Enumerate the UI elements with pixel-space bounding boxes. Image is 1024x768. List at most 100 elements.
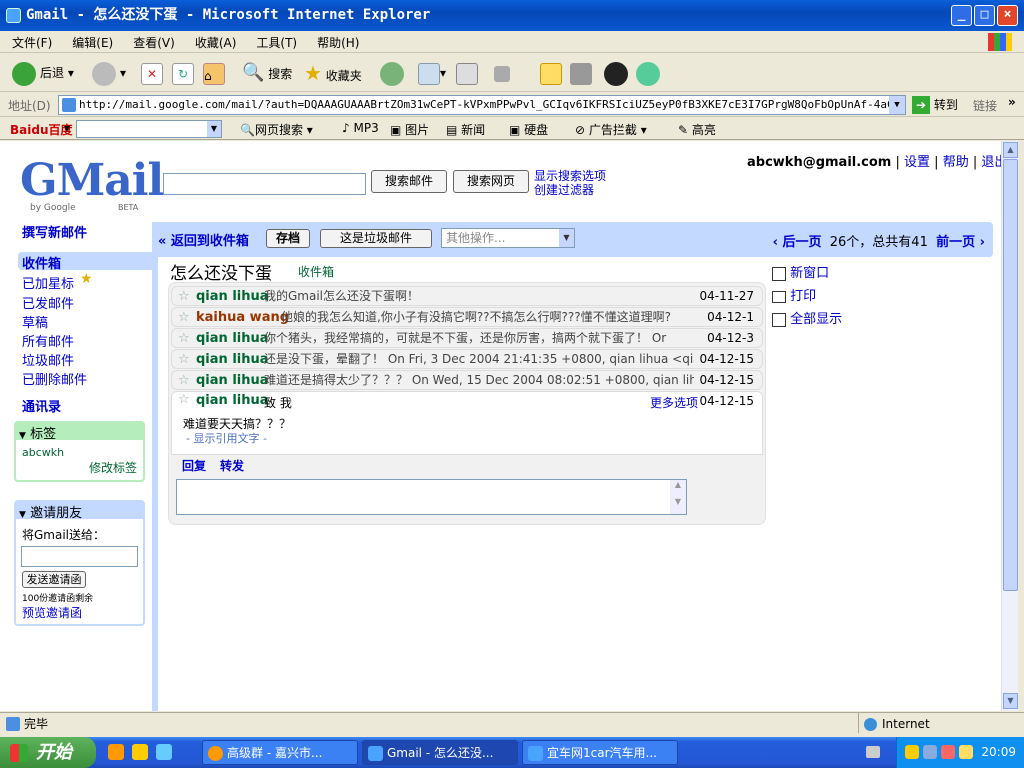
archive-button[interactable]: 存档 xyxy=(266,229,310,248)
menu-tools[interactable]: 工具(T) xyxy=(244,31,305,51)
reply-link[interactable]: 回复 xyxy=(182,457,206,474)
edit-button[interactable] xyxy=(494,61,510,85)
discuss-button[interactable] xyxy=(540,61,562,85)
quicklaunch-icon[interactable] xyxy=(108,744,124,760)
menu-file[interactable]: 文件(F) xyxy=(0,31,60,51)
tray-icon[interactable] xyxy=(941,745,955,759)
home-button[interactable]: ⌂ xyxy=(203,61,225,85)
back-to-inbox-link[interactable]: « 返回到收件箱 xyxy=(158,230,249,249)
baidu-news[interactable]: ▤ 新闻 xyxy=(446,121,485,138)
page-scrollbar[interactable]: ▲ ▼ xyxy=(1001,141,1018,711)
qq-icon[interactable] xyxy=(604,61,632,86)
message-row[interactable]: ☆ qian lihua 难道还是搞得太少了？？？ On Wed, 15 Dec… xyxy=(171,370,763,390)
favorites-button[interactable]: ★ 收藏夹 xyxy=(304,61,362,85)
star-outline-icon[interactable]: ☆ xyxy=(178,287,190,305)
report-spam-button[interactable]: 这是垃圾邮件 xyxy=(320,229,432,248)
chevron-down-icon[interactable]: ▼ xyxy=(889,96,905,114)
back-button[interactable]: 后退 ▾ xyxy=(12,61,74,86)
compose-link[interactable]: 撰写新邮件 xyxy=(22,222,87,241)
scroll-down-icon[interactable]: ▼ xyxy=(1003,693,1018,709)
inbox-label-tag[interactable]: 收件箱 xyxy=(298,263,334,280)
labels-header[interactable]: ▼ 标签 xyxy=(16,423,143,442)
print-button[interactable] xyxy=(456,61,478,85)
star-outline-icon[interactable]: ☆ xyxy=(178,350,190,368)
baidu-mp3[interactable]: ♪ MP3 xyxy=(342,121,379,135)
baidu-images[interactable]: ▣ 图片 xyxy=(390,121,429,138)
newer-link[interactable]: ‹ 后一页 xyxy=(773,235,822,250)
search-input[interactable] xyxy=(163,173,366,195)
tray-icon[interactable] xyxy=(923,745,937,759)
menu-edit[interactable]: 编辑(E) xyxy=(60,31,121,51)
label-item[interactable]: abcwkh xyxy=(22,446,64,459)
star-outline-icon[interactable]: ☆ xyxy=(178,392,190,407)
contacts-link[interactable]: 通讯录 xyxy=(22,396,61,415)
expand-all-action[interactable]: 全部显示 xyxy=(772,308,842,327)
older-link[interactable]: 前一页 › xyxy=(936,235,985,250)
nav-sent[interactable]: 已发邮件 xyxy=(22,293,74,312)
tray-icon[interactable] xyxy=(905,745,919,759)
search-button[interactable]: 🔍 搜索 xyxy=(242,61,292,85)
research-button[interactable] xyxy=(570,61,592,85)
nav-trash[interactable]: 已删除邮件 xyxy=(22,369,87,388)
message-row[interactable]: ☆ kaihua wang 他娘的我怎么知道,你小子有没搞它啊??不搞怎么行啊?… xyxy=(171,307,763,327)
create-filter-link[interactable]: 创建过滤器 xyxy=(534,181,594,198)
nav-spam[interactable]: 垃圾邮件 xyxy=(22,350,74,369)
message-row[interactable]: ☆ qian lihua 你个猪头，我经常搞的，可就是不下蛋，还是你厉害，搞两个… xyxy=(171,328,763,348)
help-link[interactable]: 帮助 xyxy=(943,155,969,170)
invite-header[interactable]: ▼ 邀请朋友 xyxy=(16,502,143,521)
more-options-link[interactable]: 更多选项 xyxy=(650,394,698,411)
scroll-up-icon[interactable]: ▲ xyxy=(1003,142,1018,158)
more-chevron-icon[interactable]: » xyxy=(1008,95,1016,109)
reply-textarea[interactable]: ▲ ▼ xyxy=(176,479,687,515)
baidu-adblock[interactable]: ⊘ 广告拦截 ▾ xyxy=(575,121,647,138)
print-action[interactable]: 打印 xyxy=(772,285,816,304)
message-row[interactable]: ☆ qian lihua 我的Gmail怎么还没下蛋啊！ 04-11-27 xyxy=(171,286,763,306)
quicklaunch-icon[interactable] xyxy=(156,744,172,760)
new-window-action[interactable]: 新窗口 xyxy=(772,262,829,281)
invite-email-input[interactable] xyxy=(21,546,138,567)
settings-link[interactable]: 设置 xyxy=(904,155,930,170)
baidu-search-input[interactable]: ▼ xyxy=(76,120,222,138)
nav-drafts[interactable]: 草稿 xyxy=(22,312,48,331)
forward-button[interactable]: ▾ xyxy=(92,61,126,86)
more-actions-select[interactable]: 其他操作... ▼ xyxy=(441,228,575,248)
minimize-button[interactable]: _ xyxy=(951,5,972,26)
signout-link[interactable]: 退出 xyxy=(981,155,1001,170)
search-mail-button[interactable]: 搜索邮件 xyxy=(371,170,447,193)
baidu-web-search[interactable]: 🔍网页搜索 ▾ xyxy=(240,121,313,138)
menu-favorites[interactable]: 收藏(A) xyxy=(183,31,245,51)
start-button[interactable]: 开始 xyxy=(0,737,96,768)
links-label[interactable]: 链接 xyxy=(973,97,997,114)
mail-button[interactable]: ▾ xyxy=(418,61,446,85)
task-1car[interactable]: 宜车网1car汽车用... xyxy=(522,740,678,765)
keyboard-icon[interactable] xyxy=(866,746,880,758)
send-invite-button[interactable]: 发送邀请函 xyxy=(22,571,86,588)
baidu-highlight[interactable]: ✎ 高亮 xyxy=(678,121,716,138)
preview-invite-link[interactable]: 预览邀请函 xyxy=(22,604,82,621)
task-gmail[interactable]: Gmail - 怎么还没... xyxy=(362,740,518,765)
star-outline-icon[interactable]: ☆ xyxy=(178,329,190,347)
scroll-thumb[interactable] xyxy=(1003,159,1018,591)
gmail-logo[interactable]: GMail xyxy=(20,155,164,206)
maximize-button[interactable]: □ xyxy=(974,5,995,26)
star-outline-icon[interactable]: ☆ xyxy=(178,308,190,326)
forward-link[interactable]: 转发 xyxy=(220,457,244,474)
window-title-bar[interactable]: Gmail - 怎么还没下蛋 - Microsoft Internet Expl… xyxy=(0,0,1024,31)
task-qq-group[interactable]: 高级群 - 嘉兴市... xyxy=(202,740,358,765)
address-input[interactable]: http://mail.google.com/mail/?auth=DQAAAG… xyxy=(58,95,906,115)
star-outline-icon[interactable]: ☆ xyxy=(178,371,190,389)
close-button[interactable]: × xyxy=(997,5,1018,26)
go-button[interactable]: ➔ 转到 xyxy=(912,95,958,115)
search-web-button[interactable]: 搜索网页 xyxy=(453,170,529,193)
quicklaunch-icon[interactable] xyxy=(132,744,148,760)
menu-view[interactable]: 查看(V) xyxy=(121,31,183,51)
tray-icon[interactable] xyxy=(959,745,973,759)
menu-help[interactable]: 帮助(H) xyxy=(305,31,367,51)
baidu-disk[interactable]: ▣ 硬盘 xyxy=(509,121,548,138)
nav-starred[interactable]: 已加星标 xyxy=(22,273,74,292)
refresh-button[interactable]: ↻ xyxy=(172,61,194,85)
nav-all-mail[interactable]: 所有邮件 xyxy=(22,331,74,350)
edit-labels-link[interactable]: 修改标签 xyxy=(89,459,137,476)
nav-inbox[interactable]: 收件箱 xyxy=(22,253,61,272)
show-quoted-link[interactable]: - 显示引用文字 - xyxy=(186,430,267,446)
